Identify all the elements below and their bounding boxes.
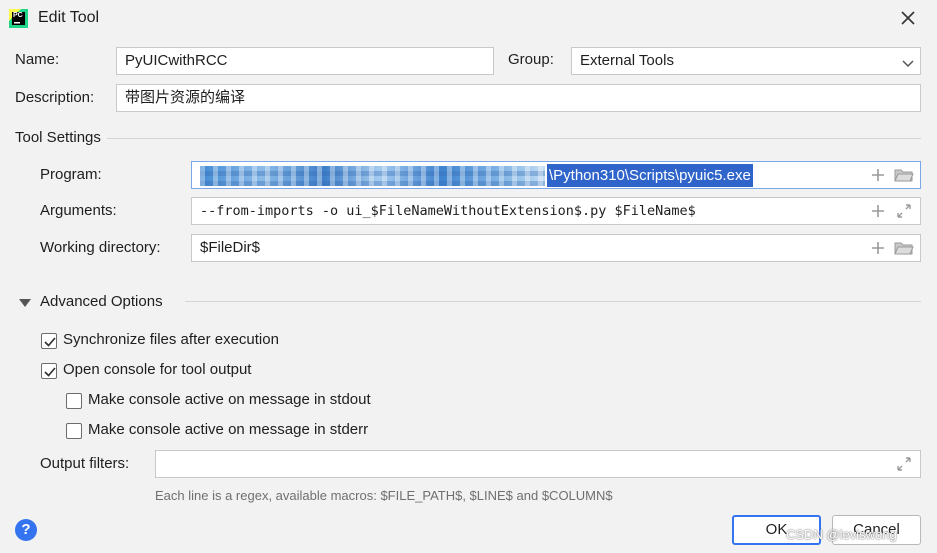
output-filters-label: Output filters: — [40, 455, 130, 472]
console-active-stdout-label[interactable]: Make console active on message in stdout — [88, 391, 371, 408]
expand-icon[interactable] — [895, 202, 913, 220]
sync-files-label[interactable]: Synchronize files after execution — [63, 331, 279, 348]
checkmark-icon — [44, 367, 56, 377]
checkmark-icon — [44, 337, 56, 347]
help-button[interactable]: ? — [15, 519, 37, 541]
group-select-value: External Tools — [580, 52, 674, 69]
console-active-stdout-checkbox[interactable] — [66, 393, 82, 409]
collapse-triangle-icon[interactable] — [18, 296, 32, 308]
working-directory-label: Working directory: — [40, 239, 161, 256]
console-active-stderr-checkbox[interactable] — [66, 423, 82, 439]
arguments-label: Arguments: — [40, 202, 117, 219]
program-selected-text: \Python310\Scripts\pyuic5.exe — [547, 164, 753, 187]
program-label: Program: — [40, 166, 102, 183]
add-macro-icon[interactable] — [869, 202, 887, 220]
add-macro-icon[interactable] — [869, 166, 887, 184]
advanced-options-title[interactable]: Advanced Options — [40, 293, 169, 310]
close-icon[interactable] — [897, 7, 919, 29]
arguments-input[interactable]: --from-imports -o ui_$FileNameWithoutExt… — [191, 197, 921, 225]
watermark-text: CSDN @leviswong — [786, 527, 897, 542]
pycharm-app-icon: PC — [9, 9, 28, 28]
tool-settings-separator — [15, 138, 921, 139]
browse-folder-icon[interactable] — [894, 166, 914, 184]
browse-folder-icon[interactable] — [894, 239, 914, 257]
description-input[interactable]: 带图片资源的编译 — [116, 84, 921, 112]
expand-icon[interactable] — [895, 455, 913, 473]
working-directory-input[interactable]: $FileDir$ — [191, 234, 921, 262]
description-label: Description: — [15, 89, 95, 106]
app-icon-text: PC — [13, 12, 23, 19]
chevron-down-icon — [902, 56, 914, 68]
title-bar — [0, 0, 937, 38]
name-input[interactable]: PyUICwithRCC — [116, 47, 494, 75]
name-label: Name: — [15, 51, 60, 68]
advanced-options-separator — [185, 301, 921, 302]
redacted-path-blur — [200, 166, 545, 186]
group-label: Group: — [508, 51, 554, 68]
dialog-title: Edit Tool — [38, 9, 100, 26]
output-filters-hint: Each line is a regex, available macros: … — [155, 488, 613, 503]
open-console-label[interactable]: Open console for tool output — [63, 361, 251, 378]
console-active-stderr-label[interactable]: Make console active on message in stderr — [88, 421, 368, 438]
tool-settings-title: Tool Settings — [15, 129, 107, 146]
group-select[interactable]: External Tools — [571, 47, 921, 75]
output-filters-input[interactable] — [155, 450, 921, 478]
program-input[interactable]: \Python310\Scripts\pyuic5.exe — [191, 161, 921, 189]
add-macro-icon[interactable] — [869, 239, 887, 257]
sync-files-checkbox[interactable] — [41, 333, 57, 349]
open-console-checkbox[interactable] — [41, 363, 57, 379]
